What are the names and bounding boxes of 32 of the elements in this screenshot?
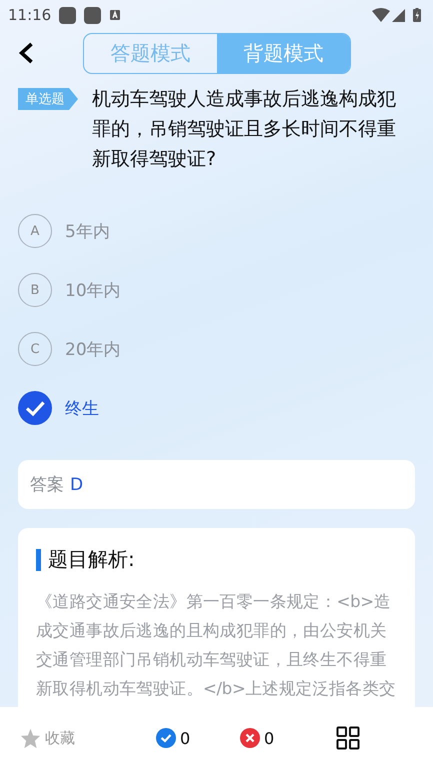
explanation-text: 《道路交通安全法》第一百零一条规定：<b>造成交通事故后逃逸的且构成犯罪的，由公安机关交通管理部门吊销机动车驾驶证，且终生不得重新取得机动车驾驶证。</b>上述规定泛指各类交 (36, 591, 397, 700)
notification-icon (59, 6, 76, 24)
star-icon[interactable] (20, 728, 41, 748)
question-type-tag: 单选题 (18, 88, 78, 110)
checked-icon[interactable] (18, 391, 52, 425)
correct-count: 0 (180, 728, 190, 748)
mode-tab[interactable]: 答题模式 (84, 34, 217, 72)
notification-icon (84, 6, 102, 24)
answer-label: 答案 (30, 474, 64, 496)
status-time: 11:16 (8, 6, 52, 24)
correct-icon (156, 728, 176, 748)
signal-icon (392, 8, 405, 22)
option-text[interactable]: 20年内 (65, 338, 121, 360)
option-text[interactable]: 10年内 (65, 278, 121, 302)
option-letter[interactable]: C (18, 332, 52, 366)
favorite-button[interactable]: 收藏 (20, 728, 156, 748)
title-bar-accent (36, 548, 41, 570)
wifi-icon (372, 8, 390, 22)
mode-switch[interactable]: 答题模式 背题模式 (83, 32, 351, 74)
option-letter[interactable]: B (18, 273, 52, 307)
explanation-title: 题目解析: (48, 546, 135, 573)
grid-icon[interactable] (336, 726, 360, 750)
question-text: 机动车驾驶人造成事故后逃逸构成犯罪的，吊销驾驶证且多长时间不得重新取得驾驶证? (92, 87, 397, 172)
battery-icon (413, 8, 421, 22)
mode-tab[interactable]: 背题模式 (217, 34, 350, 72)
option-letter[interactable]: A (18, 214, 52, 248)
answer-value: D (70, 474, 84, 494)
wrong-icon (240, 728, 260, 748)
option-text[interactable]: 5年内 (65, 220, 110, 242)
option-text[interactable]: 终生 (65, 396, 99, 420)
wrong-count: 0 (264, 728, 274, 748)
keyboard-icon (109, 9, 122, 21)
